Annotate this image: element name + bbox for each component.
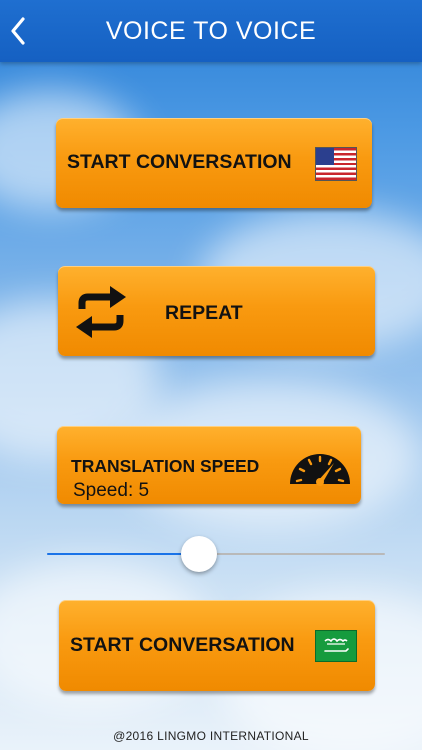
translation-speed-panel: TRANSLATION SPEED Speed: 5	[57, 426, 361, 504]
page-title: VOICE TO VOICE	[105, 17, 317, 45]
repeat-icon	[76, 286, 126, 338]
slider-thumb[interactable]	[181, 536, 218, 572]
start-conversation-label: START CONVERSATION	[67, 151, 292, 173]
nav-header: VOICE TO VOICE	[0, 0, 422, 62]
translation-speed-label: TRANSLATION SPEED	[71, 456, 260, 476]
start-conversation-label: START CONVERSATION	[70, 634, 295, 656]
us-flag-icon	[315, 147, 357, 181]
saudi-flag-icon	[315, 630, 357, 662]
speed-slider[interactable]	[47, 536, 385, 572]
copyright-footer: @2016 LINGMO INTERNATIONAL	[113, 729, 309, 743]
slider-fill	[47, 553, 200, 555]
speedometer-icon	[290, 454, 350, 486]
speed-value-text: Speed: 5	[73, 480, 150, 501]
repeat-button[interactable]: REPEAT	[58, 266, 375, 356]
app-screen: VOICE TO VOICE START CONVERSATION REPEAT…	[0, 0, 422, 750]
start-conversation-english-button[interactable]: START CONVERSATION	[56, 118, 372, 208]
repeat-label: REPEAT	[165, 302, 243, 324]
start-conversation-arabic-button[interactable]: START CONVERSATION	[59, 600, 375, 691]
